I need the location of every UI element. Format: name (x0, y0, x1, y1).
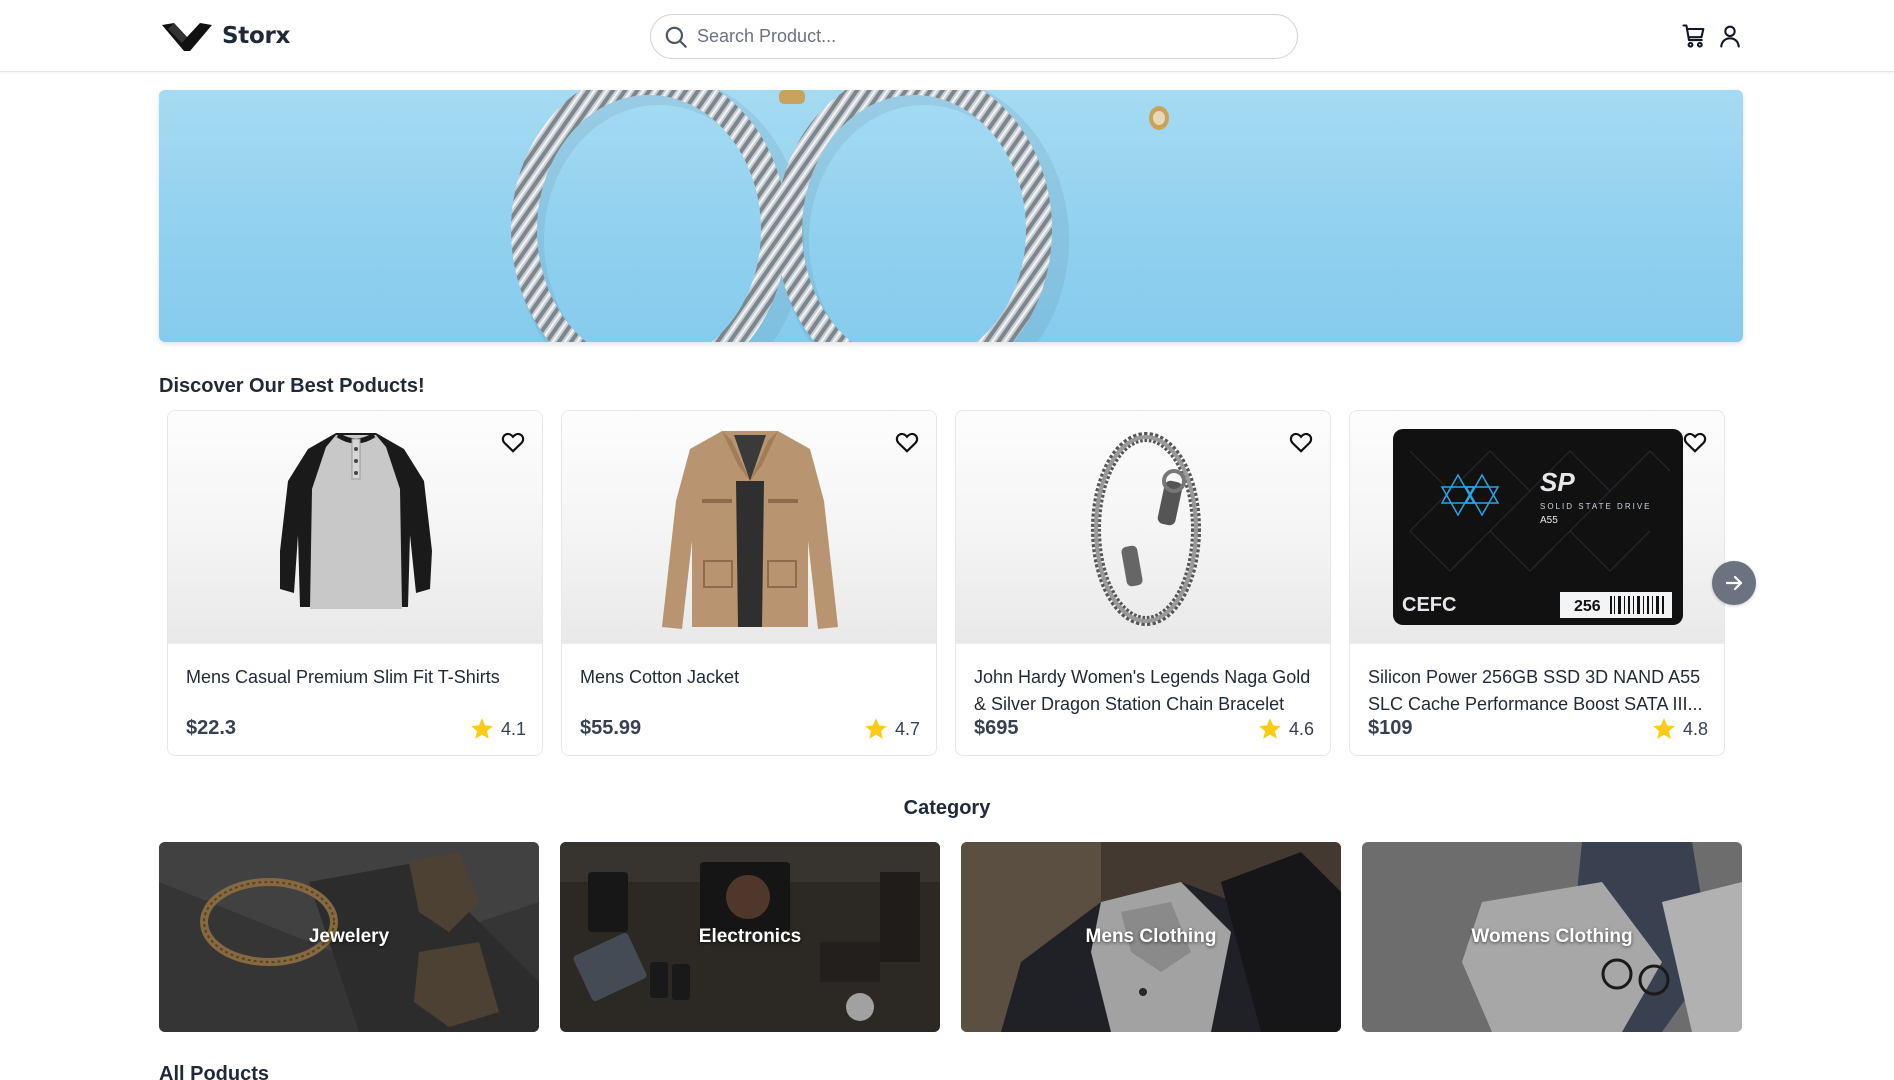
star-icon (1653, 718, 1675, 739)
product-image (168, 411, 542, 644)
product-image: SP SOLID STATE DRIVE A55 CEFC 256 (1350, 411, 1724, 644)
bracelets-banner-image (511, 90, 1169, 342)
storx-logo-icon (162, 23, 212, 51)
cart-button[interactable] (1680, 22, 1708, 50)
category-label: Mens Clothing (1085, 926, 1217, 947)
product-title[interactable]: John Hardy Women's Legends Naga Gold & S… (974, 664, 1319, 718)
star-icon (1259, 718, 1281, 739)
star-icon (865, 718, 887, 739)
category-card-jewelery[interactable]: Jewelery (159, 842, 539, 1032)
wishlist-button[interactable] (1682, 429, 1708, 455)
star-icon (471, 718, 493, 739)
carousel-next-button[interactable] (1712, 561, 1756, 605)
best-products-title: Discover Our Best Poducts! (159, 375, 425, 397)
heart-icon (1683, 432, 1707, 453)
product-rating: 4.7 (863, 716, 920, 742)
product-rating: 4.6 (1257, 716, 1314, 742)
category-title: Category (903, 797, 991, 819)
arrow-right-icon (1725, 575, 1743, 591)
rating-value: 4.8 (1682, 718, 1708, 739)
hero-banner[interactable] (159, 90, 1743, 342)
product-image (562, 411, 936, 644)
category-label: Electronics (698, 926, 802, 947)
ssd-capacity-text: 256 (1574, 598, 1601, 615)
svg-text:SOLID STATE DRIVE: SOLID STATE DRIVE (1540, 502, 1652, 511)
heart-icon (501, 432, 525, 453)
svg-text:CEFC: CEFC (1402, 594, 1456, 616)
ssd-brand-text: SP (1540, 467, 1575, 497)
brand-logo[interactable]: Storx (160, 19, 290, 53)
category-card-womens-clothing[interactable]: Womens Clothing (1362, 842, 1742, 1032)
product-price: $55.99 (580, 717, 642, 739)
product-card[interactable]: Mens Cotton Jacket $55.99 4.7 (561, 410, 937, 756)
product-price: $695 (974, 717, 1019, 739)
rating-value: 4.7 (894, 718, 920, 739)
category-card-mens-clothing[interactable]: Mens Clothing (961, 842, 1341, 1032)
product-card[interactable]: Mens Casual Premium Slim Fit T-Shirts $2… (167, 410, 543, 756)
search-icon (665, 26, 687, 48)
all-products-title: All Poducts (159, 1063, 270, 1080)
search-bar[interactable] (650, 14, 1298, 59)
product-price: $109 (1368, 717, 1413, 739)
heart-icon (1289, 432, 1313, 453)
top-navbar: Storx (0, 0, 1894, 72)
wishlist-button[interactable] (500, 429, 526, 455)
search-input[interactable] (697, 26, 1257, 47)
ssd-model-text: A55 (1540, 515, 1558, 526)
product-image (956, 411, 1330, 644)
category-card-electronics[interactable]: Electronics (560, 842, 940, 1032)
product-card[interactable]: SP SOLID STATE DRIVE A55 CEFC 256 Silico… (1349, 410, 1725, 756)
ssd-image: SP SOLID STATE DRIVE A55 CEFC 256 (1393, 429, 1683, 625)
product-card[interactable]: John Hardy Women's Legends Naga Gold & S… (955, 410, 1331, 756)
brand-name: Storx (222, 23, 291, 49)
category-label: Jewelery (308, 926, 390, 947)
product-price: $22.3 (186, 717, 237, 739)
cart-icon (1682, 24, 1705, 48)
product-rating: 4.1 (469, 716, 526, 742)
account-button[interactable] (1716, 22, 1744, 50)
heart-icon (895, 432, 919, 453)
product-title[interactable]: Mens Casual Premium Slim Fit T-Shirts (186, 664, 531, 718)
product-title[interactable]: Silicon Power 256GB SSD 3D NAND A55 SLC … (1368, 664, 1713, 718)
user-icon (1720, 25, 1740, 48)
product-rating: 4.8 (1651, 716, 1708, 742)
jacket-image (662, 431, 838, 629)
rating-value: 4.1 (500, 718, 526, 739)
product-title[interactable]: Mens Cotton Jacket (580, 664, 925, 718)
rating-value: 4.6 (1288, 718, 1314, 739)
bracelet-image (1091, 432, 1201, 626)
wishlist-button[interactable] (1288, 429, 1314, 455)
tshirt-image (280, 432, 432, 609)
wishlist-button[interactable] (894, 429, 920, 455)
category-label: Womens Clothing (1471, 926, 1633, 947)
